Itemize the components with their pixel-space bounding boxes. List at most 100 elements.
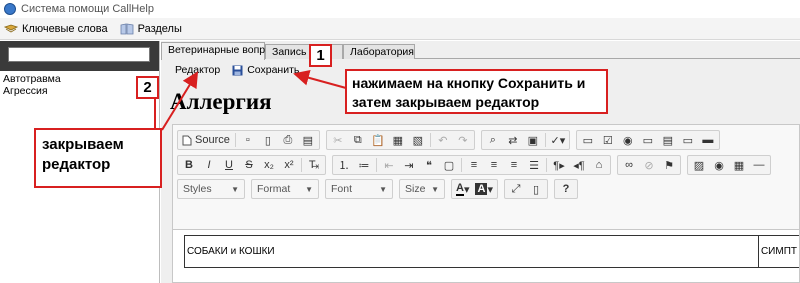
print-icon[interactable]: ⎙ xyxy=(278,131,298,149)
copy-icon[interactable]: ⧉ xyxy=(348,131,368,149)
table-icon[interactable]: ▦ xyxy=(729,156,749,174)
checkbox-icon[interactable]: ☑ xyxy=(598,131,618,149)
paste-text-icon[interactable]: ▦ xyxy=(388,131,408,149)
format-combo[interactable]: Format ▼ xyxy=(251,179,319,199)
align-left-icon[interactable]: ≡ xyxy=(464,156,484,174)
save-doc-icon[interactable]: ▫ xyxy=(238,131,258,149)
ck-toolbar-row-3: Styles ▼ Format ▼ Font ▼ Size ▼ A ▾ A ▾ ⤢ ▯ … xyxy=(177,178,584,200)
flash-icon[interactable]: ◉ xyxy=(709,156,729,174)
format-label: Format xyxy=(257,183,291,195)
menu-keywords[interactable]: Ключевые слова xyxy=(4,23,108,35)
button-field-icon[interactable]: ▬ xyxy=(698,131,718,149)
subscript-icon[interactable]: x₂ xyxy=(259,156,279,174)
chevron-down-icon: ▼ xyxy=(431,184,439,194)
new-page-icon[interactable]: ▯ xyxy=(258,131,278,149)
sections-icon xyxy=(120,23,134,34)
image-icon[interactable]: ▨ xyxy=(689,156,709,174)
ck-group-paragraph: ⒈ ≔ ⇤ ⇥ ❝ ▢ ≡ ≡ ≡ ☰ ¶▸ ◂¶ ⌂ xyxy=(332,155,611,175)
form-icon[interactable]: ▭ xyxy=(578,131,598,149)
paste-icon[interactable]: 📋 xyxy=(368,131,388,149)
table-cell[interactable]: СИМПТ xyxy=(757,235,799,268)
redo-icon[interactable]: ↷ xyxy=(453,131,473,149)
background-color-icon[interactable]: A ▾ xyxy=(472,180,495,198)
find-icon[interactable]: ⌕ xyxy=(483,131,503,149)
chevron-down-icon: ▼ xyxy=(231,184,239,194)
tab-strip: Ветеринарные вопросы Запись на Лаборатор… xyxy=(161,41,800,60)
styles-combo[interactable]: Styles ▼ xyxy=(177,179,245,199)
font-label: Font xyxy=(331,183,353,195)
anchor-icon[interactable]: ⚑ xyxy=(659,156,679,174)
title-bar: Система помощи CallHelp xyxy=(0,0,800,18)
italic-icon[interactable]: I xyxy=(199,156,219,174)
horizontal-rule-icon[interactable]: ― xyxy=(749,156,769,174)
save-icon xyxy=(232,65,243,75)
select-all-icon[interactable]: ▣ xyxy=(523,131,543,149)
help-icon: ? xyxy=(562,183,570,195)
textfield-icon[interactable]: ▭ xyxy=(638,131,658,149)
sidebar-search-area xyxy=(0,41,159,71)
sidebar-item-aggression[interactable]: Агрессия xyxy=(3,85,156,97)
menu-sections-label: Разделы xyxy=(137,22,182,35)
maximize-icon[interactable]: ⤢ xyxy=(506,180,526,198)
justify-icon[interactable]: ☰ xyxy=(524,156,544,174)
sidebar-item-autotrauma[interactable]: Автотравма xyxy=(3,73,156,85)
callout-close-editor: закрываем редактор xyxy=(34,128,162,188)
ck-group-tools: ⤢ ▯ xyxy=(503,179,548,199)
rtl-icon[interactable]: ◂¶ xyxy=(569,156,589,174)
app-icon xyxy=(4,3,16,15)
replace-icon[interactable]: ⇄ xyxy=(503,131,523,149)
radio-icon[interactable]: ◉ xyxy=(618,131,638,149)
chevron-down-icon: ▼ xyxy=(305,184,313,194)
chevron-down-icon: ▼ xyxy=(379,184,387,194)
link-icon[interactable]: ∞ xyxy=(619,156,639,174)
align-right-icon[interactable]: ≡ xyxy=(504,156,524,174)
ltr-icon[interactable]: ¶▸ xyxy=(549,156,569,174)
source-label: Source xyxy=(195,134,230,146)
step-badge-1: 1 xyxy=(309,44,332,67)
ck-toolbar-row-2: B I U S x₂ x² T̶ₓ ⒈ ≔ ⇤ ⇥ ❝ ▢ ≡ ≡ ≡ ☰ ¶▸… xyxy=(177,154,777,176)
size-label: Size xyxy=(405,183,426,195)
align-center-icon[interactable]: ≡ xyxy=(484,156,504,174)
page-title: Аллергия xyxy=(170,89,272,114)
ck-group-clipboard: ✂ ⧉ 📋 ▦ ▧ ↶ ↷ xyxy=(325,130,475,150)
editor-button[interactable]: Редактор xyxy=(175,64,220,76)
menu-sections[interactable]: Разделы xyxy=(120,23,182,35)
textarea-icon[interactable]: ▤ xyxy=(658,131,678,149)
tab-laboratory[interactable]: Лаборатория xyxy=(343,44,415,59)
content-table: СОБАКИ и КОШКИ СИМПТ xyxy=(184,235,799,268)
paste-word-icon[interactable]: ▧ xyxy=(408,131,428,149)
spellcheck-icon[interactable]: ✓▾ xyxy=(548,131,568,149)
blockquote-icon[interactable]: ❝ xyxy=(419,156,439,174)
strike-icon[interactable]: S xyxy=(239,156,259,174)
editor-button-label: Редактор xyxy=(175,64,221,76)
ck-group-colors: A ▾ A ▾ xyxy=(451,179,498,199)
font-combo[interactable]: Font ▼ xyxy=(325,179,393,199)
ck-toolbar-row-1: Source ▫ ▯ ⎙ ▤ ✂ ⧉ 📋 ▦ ▧ ↶ ↷ ⌕ ⇄ ▣ ✓▾ ▭ … xyxy=(177,129,726,151)
templates-icon[interactable]: ▤ xyxy=(298,131,318,149)
bold-icon[interactable]: B xyxy=(179,156,199,174)
help-button[interactable]: ? xyxy=(556,180,576,198)
underline-icon[interactable]: U xyxy=(219,156,239,174)
ck-group-basicstyles: B I U S x₂ x² T̶ₓ xyxy=(177,155,326,175)
div-icon[interactable]: ▢ xyxy=(439,156,459,174)
undo-icon[interactable]: ↶ xyxy=(433,131,453,149)
indent-icon[interactable]: ⇥ xyxy=(399,156,419,174)
source-button[interactable]: Source xyxy=(179,131,233,149)
save-button[interactable]: Сохранить xyxy=(232,64,299,76)
superscript-icon[interactable]: x² xyxy=(279,156,299,174)
language-icon[interactable]: ⌂ xyxy=(589,156,609,174)
editor-content[interactable]: СОБАКИ и КОШКИ СИМПТ xyxy=(172,229,800,283)
tab-veterinary-questions[interactable]: Ветеринарные вопросы xyxy=(161,42,284,60)
unlink-icon[interactable]: ⊘ xyxy=(639,156,659,174)
bulleted-list-icon[interactable]: ≔ xyxy=(354,156,374,174)
remove-format-icon[interactable]: T̶ₓ xyxy=(304,156,324,174)
select-field-icon[interactable]: ▭ xyxy=(678,131,698,149)
table-cell[interactable]: СОБАКИ и КОШКИ xyxy=(184,235,759,268)
numbered-list-icon[interactable]: ⒈ xyxy=(334,156,354,174)
size-combo[interactable]: Size ▼ xyxy=(399,179,445,199)
show-blocks-icon[interactable]: ▯ xyxy=(526,180,546,198)
sidebar-search-input[interactable] xyxy=(8,47,150,62)
cut-icon[interactable]: ✂ xyxy=(328,131,348,149)
text-color-icon[interactable]: A ▾ xyxy=(453,180,472,198)
outdent-icon[interactable]: ⇤ xyxy=(379,156,399,174)
